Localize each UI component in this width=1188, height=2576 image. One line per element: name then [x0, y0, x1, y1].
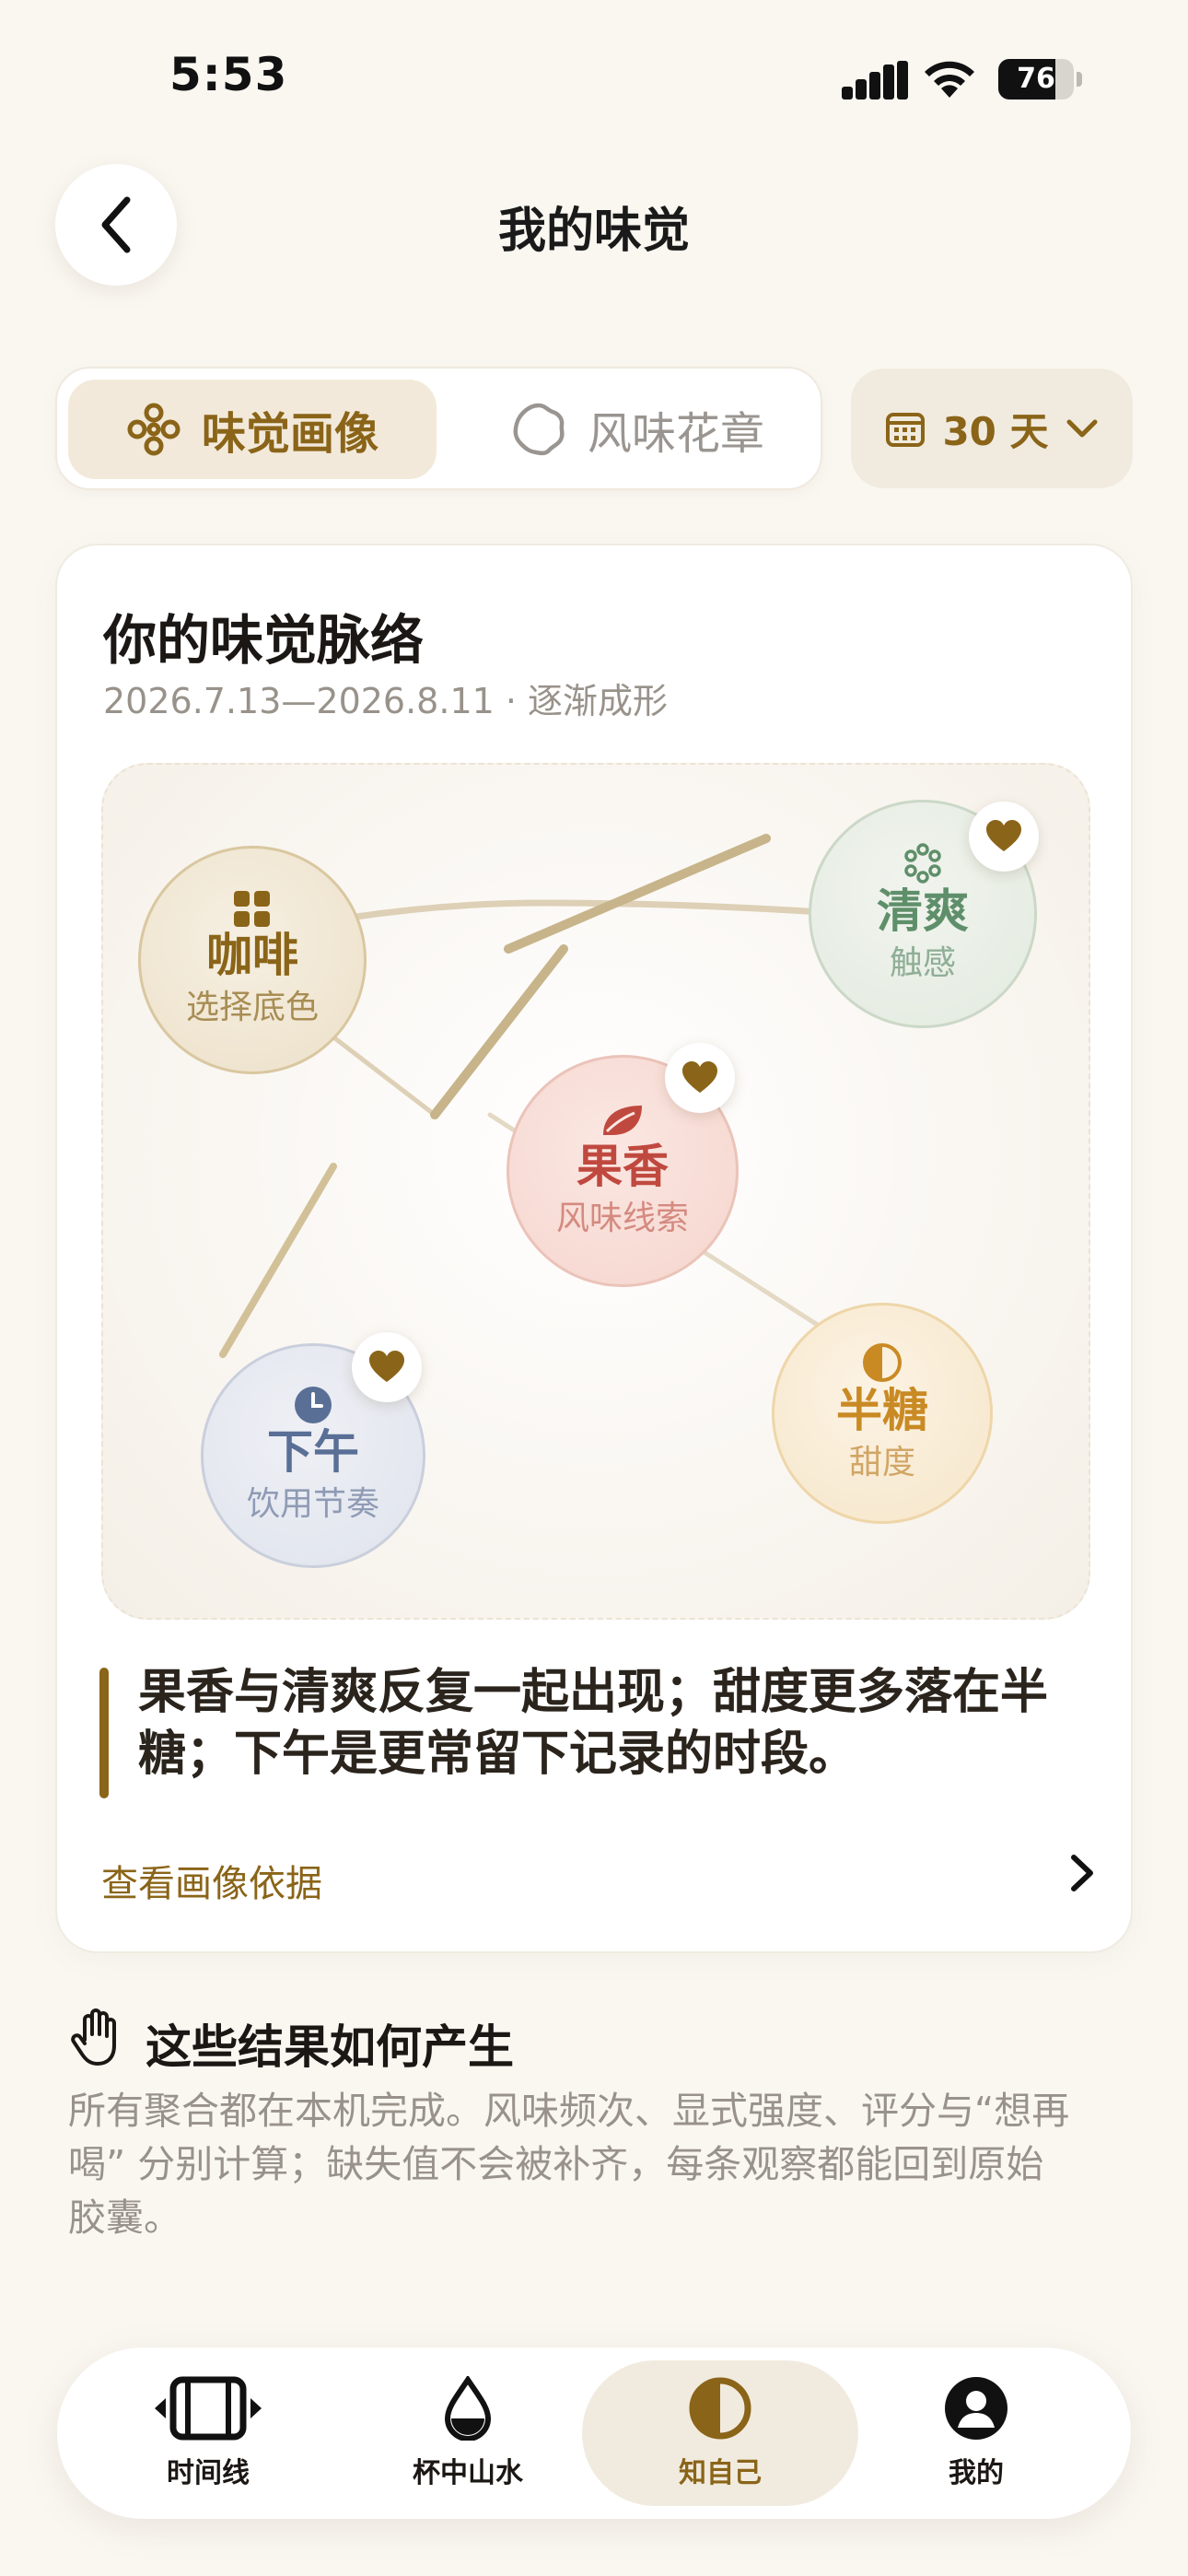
heart-icon	[352, 1332, 422, 1402]
battery-icon: 76	[998, 59, 1083, 100]
tab-cup-landscape[interactable]: 杯中山水	[330, 2360, 606, 2506]
tab-taste-profile[interactable]: 味觉画像	[68, 380, 437, 479]
quote-accent-bar	[99, 1668, 109, 1798]
date-range-label: 30 天	[942, 408, 1049, 454]
profile-summary: 果香与清爽反复一起出现；甜度更多落在半糖；下午是更常留下记录的时段。	[138, 1665, 1049, 1782]
heart-icon	[969, 802, 1039, 872]
page-title: 我的味觉	[497, 204, 690, 259]
heart-icon	[665, 1043, 735, 1113]
person-icon	[945, 2377, 1007, 2440]
grid-icon	[234, 890, 270, 927]
notes-title: 这些结果如何产生	[146, 2020, 514, 2074]
tab-me[interactable]: 我的	[838, 2360, 1114, 2506]
view-evidence-link[interactable]: 查看画像依据	[101, 1854, 322, 1907]
hand-icon	[71, 2008, 116, 2066]
calendar-icon	[886, 413, 926, 447]
card-title: 你的味觉脉络	[103, 609, 425, 672]
node-title: 下午	[267, 1424, 359, 1479]
half-circle-icon	[863, 1342, 902, 1382]
tab-label: 时间线	[167, 2457, 250, 2489]
node-subtitle: 选择底色	[185, 988, 319, 1026]
tab-label: 杯中山水	[413, 2457, 523, 2489]
flower-dots-icon	[904, 842, 941, 884]
node-subtitle: 甜度	[848, 1443, 915, 1481]
cellular-signal-icon	[842, 61, 908, 100]
flower-dots-icon	[127, 403, 181, 456]
half-circle-icon	[689, 2377, 751, 2440]
leaf-icon	[603, 1105, 642, 1135]
tab-timeline[interactable]: 时间线	[70, 2360, 346, 2506]
tab-flavor-badges[interactable]: 风味花章	[462, 380, 812, 479]
node-subtitle: 风味线索	[555, 1199, 689, 1237]
node-subtitle: 饮用节奏	[246, 1484, 379, 1523]
node-title: 半糖	[836, 1383, 928, 1437]
badge-outline-icon	[513, 403, 565, 456]
water-drop-icon	[444, 2376, 492, 2441]
node-coffee[interactable]: 咖啡 选择底色	[138, 846, 367, 1074]
status-time: 5:53	[169, 48, 288, 101]
view-segmented-control: 味觉画像 风味花章	[55, 367, 822, 490]
battery-level: 76	[1017, 63, 1055, 95]
date-range-dropdown[interactable]: 30 天	[851, 369, 1133, 488]
notes-body: 所有聚合都在本机完成。风味频次、显式强度、评分与“想再喝” 分别计算；缺失值不会…	[68, 2089, 1070, 2241]
node-half-sugar[interactable]: 半糖 甜度	[772, 1303, 993, 1524]
node-title: 清爽	[877, 884, 969, 938]
taste-network-graph: 咖啡 选择底色 清爽 触感 果香 风味线索 下午 饮用节奏 半糖 甜度	[101, 763, 1090, 1620]
node-subtitle: 触感	[889, 943, 956, 982]
card-subtitle: 2026.7.13—2026.8.11 · 逐渐成形	[103, 681, 669, 721]
tab-label: 我的	[949, 2457, 1004, 2489]
chevron-right-icon[interactable]	[1063, 1850, 1100, 1896]
wifi-icon	[921, 57, 978, 100]
tab-label: 风味花章	[587, 408, 764, 460]
film-strip-icon	[155, 2376, 262, 2441]
node-title: 果香	[577, 1139, 669, 1193]
taste-profile-card: 你的味觉脉络 2026.7.13—2026.8.11 · 逐渐成形 咖啡 选择底…	[55, 544, 1133, 1953]
bottom-tab-bar: 时间线 杯中山水 知自己 我的	[57, 2348, 1131, 2519]
tab-know-yourself[interactable]: 知自己	[582, 2360, 858, 2506]
node-title: 咖啡	[206, 928, 298, 982]
tab-label: 知自己	[679, 2457, 762, 2489]
clock-icon	[295, 1386, 332, 1423]
tab-label: 味觉画像	[201, 408, 379, 460]
chevron-down-icon	[1066, 419, 1098, 438]
